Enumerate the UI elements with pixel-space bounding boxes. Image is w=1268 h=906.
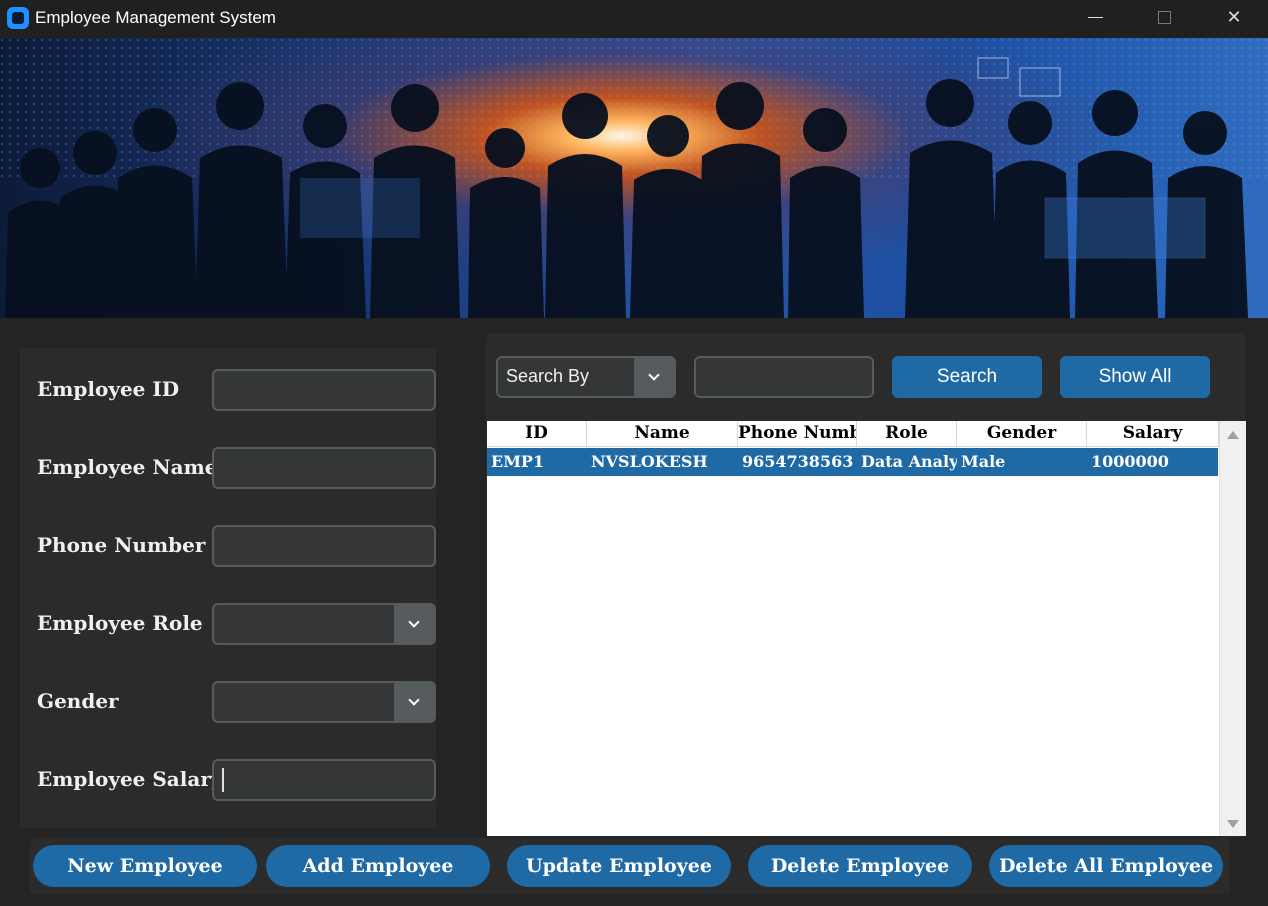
employee-salary-label: Employee Salary xyxy=(37,767,223,791)
column-header-salary[interactable]: Salary xyxy=(1087,421,1219,447)
title-bar: Employee Management System ✕ xyxy=(0,0,1268,38)
column-header-name[interactable]: Name xyxy=(587,421,738,447)
employee-id-label: Employee ID xyxy=(37,377,180,401)
gender-dropdown[interactable] xyxy=(212,681,436,723)
delete-employee-button[interactable]: Delete Employee xyxy=(748,845,972,887)
cell-role: Data Analyst xyxy=(861,452,957,471)
phone-number-label: Phone Number xyxy=(37,533,206,557)
employee-role-dropdown-arrow[interactable] xyxy=(394,605,434,643)
search-button[interactable]: Search xyxy=(892,356,1042,398)
add-employee-button[interactable]: Add Employee xyxy=(266,845,490,887)
cell-salary: 1000000 xyxy=(1091,452,1169,471)
search-by-dropdown-arrow[interactable] xyxy=(634,358,674,396)
employee-id-input[interactable] xyxy=(212,369,436,411)
table-header: ID Name Phone Number Role Gender Salary xyxy=(487,421,1219,447)
employee-name-input[interactable] xyxy=(212,447,436,489)
employee-table[interactable]: ID Name Phone Number Role Gender Salary … xyxy=(487,421,1219,836)
gender-dropdown-arrow[interactable] xyxy=(394,683,434,721)
show-all-button[interactable]: Show All xyxy=(1060,356,1210,398)
chevron-down-icon xyxy=(408,694,420,706)
column-header-gender[interactable]: Gender xyxy=(957,421,1087,447)
employee-name-label: Employee Name xyxy=(37,455,218,479)
cell-phone: 9654738563 xyxy=(742,452,854,471)
chevron-down-icon xyxy=(648,369,660,381)
gender-label: Gender xyxy=(37,689,119,713)
minimize-icon xyxy=(1087,16,1103,18)
maximize-icon xyxy=(1157,10,1171,24)
banner-image xyxy=(0,38,1268,318)
app-icon xyxy=(7,7,29,29)
new-employee-button[interactable]: New Employee xyxy=(33,845,257,887)
search-by-dropdown[interactable]: Search By xyxy=(496,356,676,398)
cell-id: EMP1 xyxy=(491,452,545,471)
maximize-button[interactable] xyxy=(1129,0,1199,34)
minimize-button[interactable] xyxy=(1060,0,1130,34)
close-button[interactable]: ✕ xyxy=(1199,0,1268,34)
employee-role-dropdown[interactable] xyxy=(212,603,436,645)
close-icon: ✕ xyxy=(1226,6,1242,28)
employee-salary-input[interactable] xyxy=(212,759,436,801)
cell-name: NVSLOKESH xyxy=(591,452,708,471)
window-title: Employee Management System xyxy=(35,8,276,27)
phone-number-input[interactable] xyxy=(212,525,436,567)
chevron-down-icon xyxy=(408,616,420,628)
search-by-value: Search By xyxy=(506,366,590,386)
employee-form-panel xyxy=(20,348,436,828)
employee-role-label: Employee Role xyxy=(37,611,203,635)
table-scrollbar[interactable] xyxy=(1219,421,1246,836)
delete-all-employee-button[interactable]: Delete All Employee xyxy=(989,845,1223,887)
scroll-down-icon[interactable] xyxy=(1227,820,1239,828)
people-silhouettes xyxy=(0,38,1268,318)
column-header-id[interactable]: ID xyxy=(487,421,587,447)
update-employee-button[interactable]: Update Employee xyxy=(507,845,731,887)
column-header-phone[interactable]: Phone Number xyxy=(738,421,857,447)
cell-gender: Male xyxy=(961,452,1006,471)
search-input[interactable] xyxy=(694,356,874,398)
column-header-role[interactable]: Role xyxy=(857,421,957,447)
text-cursor xyxy=(222,768,224,792)
table-row[interactable]: EMP1 NVSLOKESH 9654738563 Data Analyst M… xyxy=(487,448,1218,476)
scroll-up-icon[interactable] xyxy=(1227,431,1239,439)
